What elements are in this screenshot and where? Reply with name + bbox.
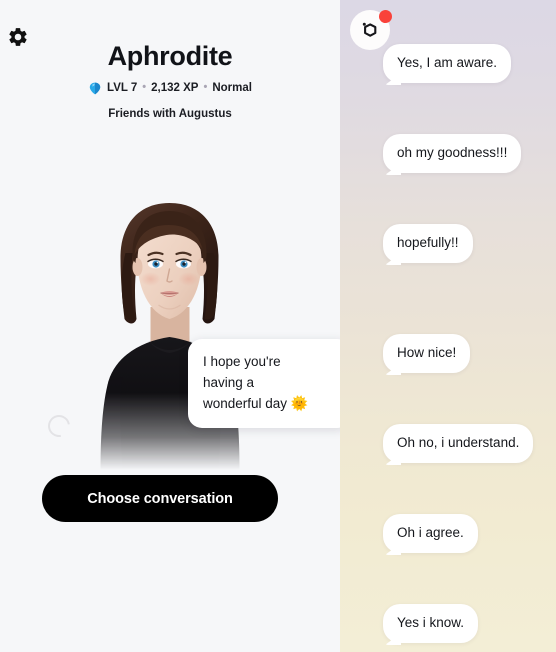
chat-message-bubble: Oh i agree.	[383, 514, 478, 553]
character-panel: Aphrodite LVL 7 • 2,132 XP • Normal Frie…	[0, 0, 340, 652]
speech-line-3-wrap: wonderful day 🌞	[203, 393, 336, 414]
character-avatar	[83, 195, 258, 470]
xp-label: 2,132 XP	[151, 82, 199, 94]
relationship-label: Friends with Augustus	[108, 108, 232, 120]
chat-message-list[interactable]: Yes, I am aware. oh my goodness!!! hopeful…	[340, 0, 556, 652]
chat-message-bubble: oh my goodness!!!	[383, 134, 522, 173]
chat-message-bubble: Oh no, i understand.	[383, 424, 534, 463]
chat-message-bubble: hopefully!!	[383, 224, 473, 263]
level-label: LVL 7	[107, 82, 138, 94]
gem-icon	[88, 82, 101, 95]
character-chat-app: Aphrodite LVL 7 • 2,132 XP • Normal Frie…	[0, 0, 556, 652]
stat-separator-1: •	[142, 80, 147, 93]
stat-separator-2: •	[203, 80, 208, 93]
sun-face-emoji: 🌞	[290, 395, 309, 411]
character-header: Aphrodite LVL 7 • 2,132 XP • Normal Frie…	[0, 40, 340, 121]
chat-message-bubble: How nice!	[383, 334, 471, 373]
chat-panel: Yes, I am aware. oh my goodness!!! hopeful…	[340, 0, 556, 652]
speech-line-1: I hope you're	[203, 354, 281, 369]
choose-conversation-button[interactable]: Choose conversation	[42, 475, 278, 522]
speech-line-2: having a	[203, 375, 255, 390]
speech-line-3: wonderful day	[203, 396, 288, 411]
mood-label: Normal	[212, 82, 252, 94]
character-stats: LVL 7 • 2,132 XP • Normal	[0, 81, 340, 95]
character-speech-bubble: I hope you're having a wonderful day 🌞	[188, 339, 340, 428]
chat-message-bubble: Yes, I am aware.	[383, 44, 512, 83]
chat-message-bubble: Yes i know.	[383, 604, 479, 643]
page-title: Aphrodite	[107, 41, 233, 71]
notification-badge	[379, 10, 392, 23]
chat-avatar[interactable]	[350, 10, 392, 50]
